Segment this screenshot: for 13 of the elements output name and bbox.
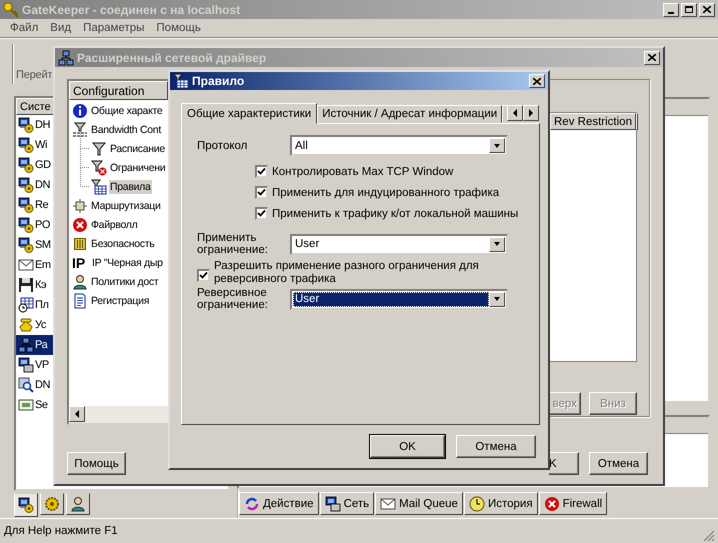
field-label: Применить ограничение: (197, 232, 269, 256)
window-title: Правило (192, 74, 244, 88)
checkbox-label: Применить к трафику к/от локальной машины (272, 208, 518, 220)
window-title: Расширенный сетевой драйвер (77, 50, 266, 64)
checkbox-label: Применить для индуцированного трафика (272, 186, 500, 198)
status-text: Для Help нажмите F1 (4, 525, 118, 537)
ip-glyph-icon: IP (72, 254, 89, 270)
window-title: GateKeeper - соединен с на localhost (22, 2, 240, 16)
checkbox-label: Разрешить применение разного ограничения для реверсивного трафика (214, 260, 479, 286)
field-label: Протокол (197, 140, 248, 152)
checkbox-label: Контролировать Max TCP Window (272, 166, 454, 178)
field-label: Реверсивное ограничение: (197, 287, 269, 311)
column-header: Configuration (69, 81, 168, 100)
